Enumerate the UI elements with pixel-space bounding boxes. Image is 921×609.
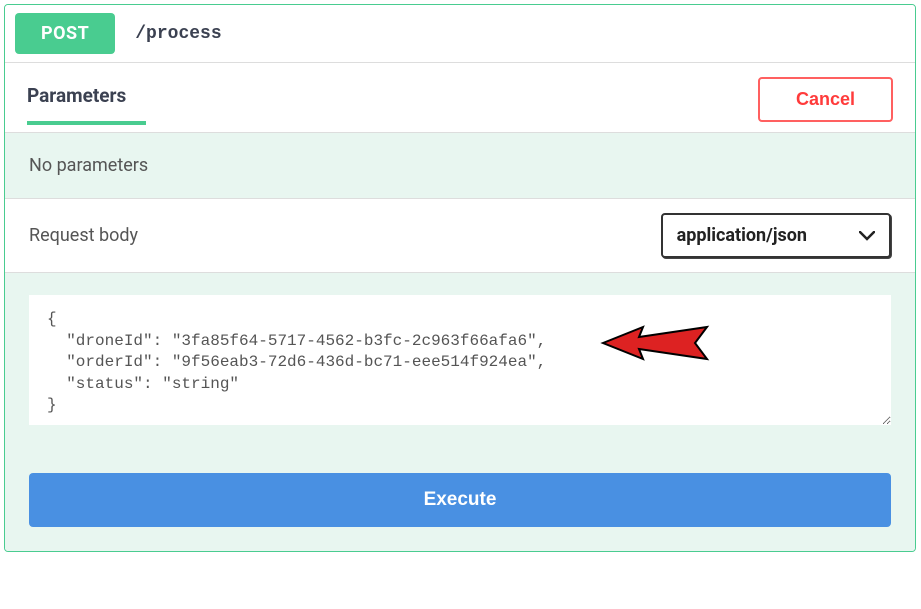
- tab-parameters[interactable]: Parameters: [27, 84, 146, 125]
- request-body-header: Request body application/json: [5, 199, 915, 273]
- textarea-wrapper: [29, 295, 891, 429]
- execute-button[interactable]: Execute: [29, 473, 891, 527]
- api-operation-panel: POST /process Parameters Cancel No param…: [4, 4, 916, 552]
- chevron-down-icon: [859, 231, 875, 241]
- endpoint-path: /process: [135, 24, 221, 44]
- parameters-header-row: Parameters Cancel: [5, 63, 915, 133]
- request-body-area: Execute: [5, 273, 915, 551]
- operation-header: POST /process: [5, 5, 915, 63]
- request-body-label: Request body: [29, 225, 138, 246]
- http-method-badge: POST: [15, 13, 115, 54]
- no-parameters-label: No parameters: [29, 155, 148, 176]
- request-body-textarea[interactable]: [29, 295, 891, 425]
- no-parameters-section: No parameters: [5, 133, 915, 199]
- content-type-dropdown[interactable]: application/json: [661, 213, 891, 258]
- content-type-value: application/json: [677, 225, 807, 246]
- cancel-button[interactable]: Cancel: [758, 77, 893, 122]
